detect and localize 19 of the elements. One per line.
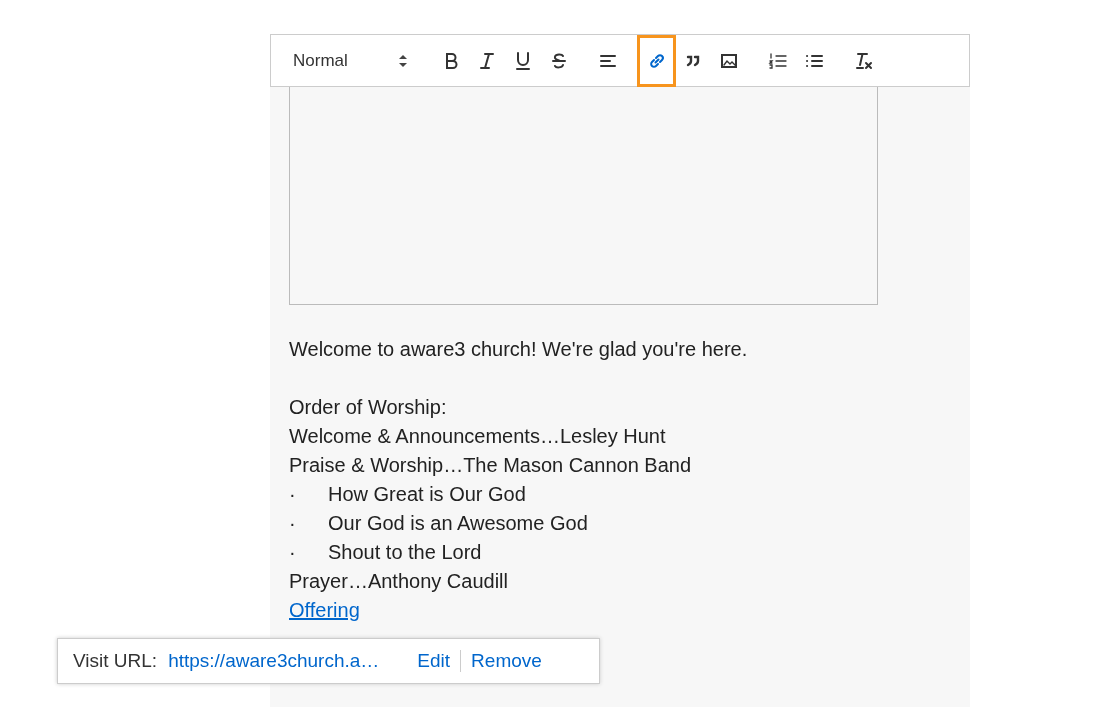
body-text: Praise & Worship…The Mason Cannon Band (289, 454, 692, 476)
tooltip-label: Visit URL: (73, 650, 158, 672)
action-link[interactable]: Edit (407, 650, 461, 672)
body-text: Welcome & Announcements…Lesley Hunt (289, 425, 666, 447)
list-item: Our God is an Awesome God (328, 512, 588, 534)
body-text: Welcome to aware3 church! We're glad you're here. (289, 338, 748, 360)
bullet-mark: · (289, 511, 297, 536)
bullet-mark: · (289, 482, 297, 507)
list-item: How Great is Our God (328, 483, 526, 505)
body-text: Order of Worship: (289, 396, 447, 418)
action-link[interactable]: Remove (460, 650, 552, 672)
updown-icon (398, 53, 408, 68)
format-dropdown[interactable]: Normal (293, 50, 408, 71)
url-link[interactable]: https://aware3church.a… (168, 650, 380, 672)
body-text: Prayer…Anthony Caudill (289, 570, 508, 592)
bullet-mark: · (289, 540, 297, 565)
list-item: Shout to the Lord (328, 541, 482, 563)
link-text[interactable]: Offering (289, 599, 360, 621)
link-button[interactable] (637, 34, 676, 87)
